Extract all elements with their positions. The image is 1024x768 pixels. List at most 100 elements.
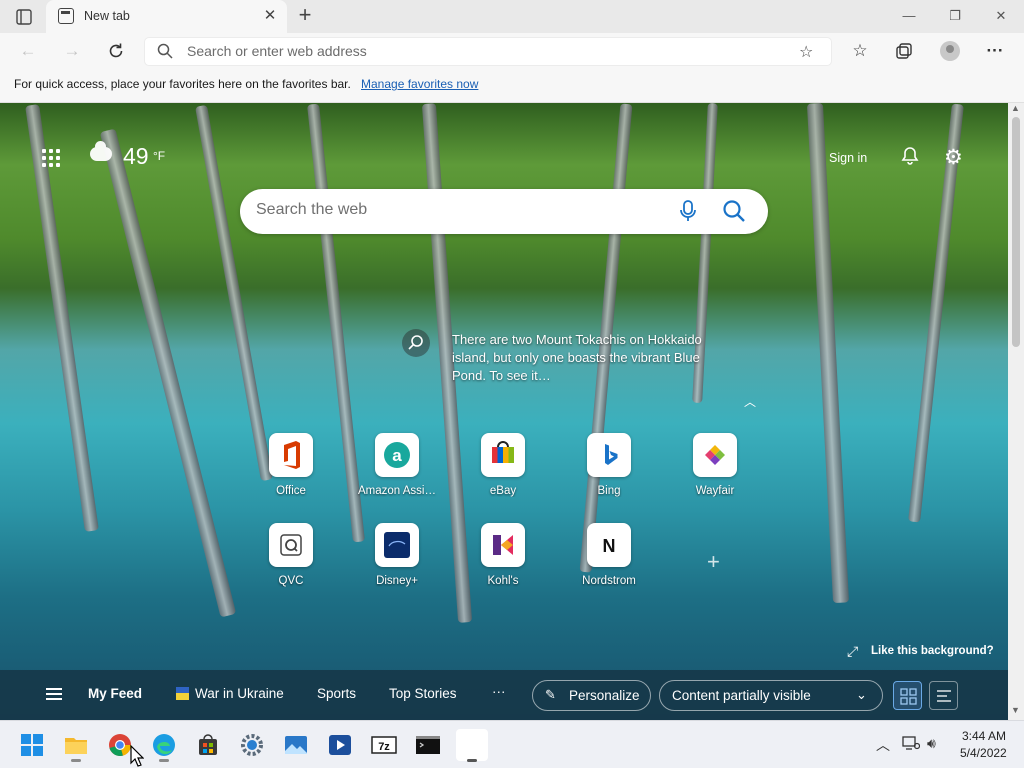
volume-icon[interactable]: 🔊︎	[927, 735, 936, 752]
clock-time[interactable]: 3:44 AM	[962, 729, 1006, 743]
7zip-icon[interactable]: 7z	[368, 729, 400, 761]
add-favorite-icon[interactable]: ☆	[799, 42, 813, 62]
scroll-up-arrow-icon[interactable]: ▲	[1011, 103, 1020, 113]
web-search-box[interactable]	[240, 189, 768, 234]
app-launcher-icon[interactable]	[42, 149, 64, 171]
quick-link-amazon[interactable]: a Amazon Assi…	[352, 433, 442, 503]
quick-link-office[interactable]: Office	[246, 433, 336, 503]
like-background-link[interactable]: Like this background?	[871, 645, 994, 657]
quick-link-label: Kohl's	[487, 575, 519, 587]
ebay-icon	[481, 433, 525, 477]
profile-avatar[interactable]	[940, 41, 960, 61]
favorites-icon[interactable]: ☆	[848, 40, 872, 62]
office-icon	[269, 433, 313, 477]
settings-icon[interactable]	[236, 729, 268, 761]
quick-link-bing[interactable]: Bing	[564, 433, 654, 503]
tab-new-tab[interactable]: New tab ✕	[46, 0, 287, 33]
quick-link-label: eBay	[489, 485, 517, 497]
network-icon[interactable]	[902, 735, 921, 754]
chevron-down-icon: ⌄	[856, 687, 867, 702]
refresh-icon[interactable]	[104, 40, 128, 62]
edge-icon[interactable]	[148, 729, 180, 762]
web-search-input[interactable]	[256, 201, 656, 219]
address-bar[interactable]: ☆	[144, 37, 832, 66]
personalize-button[interactable]: ✎ Personalize	[532, 680, 651, 711]
tab-actions-icon[interactable]	[12, 8, 36, 26]
list-layout-button[interactable]	[929, 681, 958, 710]
amazon-icon: a	[375, 433, 419, 477]
add-quick-link-icon[interactable]: +	[707, 549, 720, 575]
blank-app-icon[interactable]	[456, 729, 488, 762]
favorites-bar-message: For quick access, place your favorites h…	[14, 77, 351, 91]
quick-link-qvc[interactable]: QVC	[246, 523, 336, 593]
feed-more-button[interactable]: ···	[492, 684, 506, 699]
collections-icon[interactable]	[892, 40, 916, 62]
quick-link-ebay[interactable]: eBay	[458, 433, 548, 503]
close-window-button[interactable]: ✕	[987, 6, 1015, 26]
microsoft-store-icon[interactable]	[192, 729, 224, 761]
wayfair-icon	[693, 433, 737, 477]
mouse-cursor-icon	[130, 745, 144, 767]
cloud-icon[interactable]	[90, 141, 112, 161]
photos-icon[interactable]	[280, 729, 312, 761]
feed-tab-my-feed[interactable]: My Feed	[88, 686, 142, 701]
scroll-down-arrow-icon[interactable]: ▼	[1011, 705, 1020, 715]
notifications-bell-icon[interactable]	[900, 146, 920, 172]
tab-close-icon[interactable]: ✕	[260, 6, 280, 26]
forward-icon[interactable]: →	[60, 40, 84, 62]
quick-link-label: Wayfair	[695, 485, 735, 497]
address-input[interactable]	[187, 43, 747, 59]
background-info-search-icon[interactable]	[402, 329, 430, 357]
page-settings-gear-icon[interactable]: ⚙	[944, 145, 963, 170]
quick-link-label: Nordstrom	[582, 575, 636, 587]
restore-button[interactable]: ❐	[941, 6, 969, 26]
new-tab-button[interactable]: +	[293, 4, 317, 27]
feed-tab-war-in-ukraine[interactable]: War in Ukraine	[195, 686, 284, 701]
manage-favorites-link[interactable]: Manage favorites now	[361, 77, 478, 91]
running-indicator	[71, 759, 81, 762]
pencil-icon: ✎	[545, 687, 556, 702]
background-image	[195, 104, 273, 482]
quick-link-wayfair[interactable]: Wayfair	[670, 433, 760, 503]
quick-link-disney-plus[interactable]: Disney+	[352, 523, 442, 593]
more-menu-icon[interactable]: ···	[983, 40, 1007, 62]
grid-layout-button[interactable]	[893, 681, 922, 710]
clock-date[interactable]: 5/4/2022	[960, 746, 1007, 760]
new-tab-page: 49 °F Sign in ⚙ There are two Mount Toka…	[0, 103, 1008, 720]
ukraine-flag-icon	[176, 687, 189, 700]
feed-tab-sports[interactable]: Sports	[317, 686, 356, 701]
quick-link-kohls[interactable]: Kohl's	[458, 523, 548, 593]
content-visibility-dropdown[interactable]: Content partially visible ⌄	[659, 680, 883, 711]
quick-link-label: Disney+	[376, 575, 418, 587]
page-scrollbar[interactable]: ▲ ▼	[1008, 103, 1024, 720]
hamburger-menu-icon[interactable]	[46, 688, 62, 700]
disney-plus-icon	[375, 523, 419, 567]
search-icon	[157, 43, 173, 62]
svg-text:a: a	[392, 446, 402, 465]
running-indicator	[467, 759, 477, 762]
feed-tab-top-stories[interactable]: Top Stories	[389, 686, 457, 701]
microphone-icon[interactable]	[677, 199, 699, 223]
sign-in-button[interactable]: Sign in	[829, 151, 867, 165]
collapse-caret-icon[interactable]: ︿	[744, 393, 756, 410]
media-player-icon[interactable]	[324, 729, 356, 761]
personalize-label: Personalize	[569, 688, 640, 703]
nordstrom-icon: N	[587, 523, 631, 567]
start-icon[interactable]	[16, 729, 48, 761]
kohls-icon	[481, 523, 525, 567]
file-explorer-icon[interactable]	[60, 729, 92, 762]
qvc-icon	[269, 523, 313, 567]
quick-link-label: Amazon Assi…	[358, 485, 436, 497]
background-caption[interactable]: There are two Mount Tokachis on Hokkaido…	[452, 331, 717, 385]
weather-temperature[interactable]: 49	[123, 143, 149, 170]
expand-icon[interactable]: ⤢	[847, 643, 858, 660]
scrollbar-thumb[interactable]	[1012, 117, 1020, 347]
search-submit-icon[interactable]	[721, 197, 747, 225]
tab-title: New tab	[84, 9, 130, 23]
show-hidden-icons-chevron-icon[interactable]: ︿	[876, 735, 890, 755]
quick-link-nordstrom[interactable]: N Nordstrom	[564, 523, 654, 593]
back-icon[interactable]: ←	[16, 40, 40, 62]
favorites-bar: For quick access, place your favorites h…	[0, 70, 1024, 103]
terminal-icon[interactable]	[412, 729, 444, 761]
minimize-button[interactable]: —	[895, 6, 923, 26]
